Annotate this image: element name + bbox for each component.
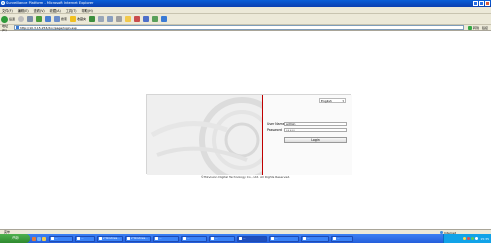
system-tray: 15:35 [443, 234, 491, 243]
back-arrow-icon [1, 15, 8, 23]
address-input[interactable]: http://10.3.15.253/doc/page/login.asp [14, 25, 464, 30]
login-button[interactable]: Login [284, 137, 347, 143]
password-label: Password [267, 128, 282, 132]
back-button[interactable]: 后退 [1, 15, 16, 23]
ie-icon [1, 1, 5, 5]
menu-file[interactable]: 文件(F) [2, 8, 13, 13]
window-titlebar: Surveillance Platform - Microsoft Intern… [0, 0, 491, 7]
login-panel: English ▾ User Name admin Password •••••… [146, 94, 352, 175]
print-icon[interactable] [116, 16, 123, 22]
menu-help[interactable]: 帮助(H) [82, 8, 93, 13]
quick-launch [32, 236, 46, 241]
task-button[interactable]: ... [75, 235, 95, 242]
address-label: 地址(D) [2, 23, 9, 32]
task-button[interactable]: ... [301, 235, 329, 242]
tray-icon[interactable] [467, 237, 471, 240]
go-button[interactable]: 转到 [468, 25, 480, 30]
search-button[interactable]: 搜索 [54, 16, 67, 22]
tray-icon[interactable] [471, 237, 475, 240]
decorative-graphic [147, 95, 263, 175]
start-button[interactable]: 开始 [0, 234, 30, 243]
go-arrow-icon [468, 25, 472, 30]
task-button[interactable]: ... [209, 235, 235, 242]
username-field[interactable]: admin [284, 122, 347, 126]
username-label: User Name [267, 122, 285, 126]
app-icon-blue[interactable] [143, 16, 150, 22]
menu-view[interactable]: 查看(V) [34, 8, 45, 13]
menu-favorites[interactable]: 收藏(A) [50, 8, 61, 13]
star-icon [70, 16, 77, 22]
task-list: ... ... 2 Windows... 2 Windows... ... ..… [49, 235, 353, 242]
links-label[interactable]: 链接 [482, 26, 488, 30]
chevron-down-icon: ▾ [342, 98, 344, 103]
address-bar: 地址(D) http://10.3.15.253/doc/page/login.… [0, 23, 491, 32]
go-label: 转到 [473, 25, 480, 30]
swirl-graphic [150, 97, 263, 175]
window-title: Surveillance Platform - Microsoft Intern… [6, 1, 94, 5]
app-icon-green[interactable] [152, 16, 159, 22]
messenger-icon[interactable] [161, 16, 168, 22]
language-value: English [321, 98, 332, 103]
media-icon[interactable] [89, 16, 96, 22]
menu-edit[interactable]: 编辑(E) [18, 8, 29, 13]
tray-icon[interactable] [463, 237, 467, 240]
refresh-icon[interactable] [36, 16, 43, 22]
task-button[interactable]: ... [269, 235, 299, 242]
copyright-text: ©Hikvision Digital Technology Co., Ltd. … [200, 175, 291, 179]
task-button[interactable]: ... [331, 235, 353, 242]
search-label: 搜索 [61, 17, 68, 21]
toolbar: 后退 搜索 收藏夹 [0, 13, 491, 24]
app-icon-red[interactable] [134, 16, 141, 22]
page-icon [16, 26, 19, 29]
history-icon[interactable] [98, 16, 105, 22]
address-url: http://10.3.15.253/doc/page/login.asp [20, 25, 77, 30]
taskbar: 开始 ... ... 2 Windows... 2 Windows... ...… [0, 234, 491, 243]
password-field[interactable]: ••••• [284, 128, 347, 132]
quicklaunch-icon-3[interactable] [42, 236, 46, 241]
minimize-button[interactable] [473, 1, 478, 6]
clock[interactable]: 15:35 [480, 237, 489, 241]
task-button[interactable]: ... [49, 235, 73, 242]
stop-icon[interactable] [27, 16, 34, 22]
menu-tools[interactable]: 工具(T) [66, 8, 77, 13]
task-button[interactable]: ... [181, 235, 207, 242]
language-select[interactable]: English ▾ [319, 98, 346, 103]
forward-button[interactable] [18, 16, 25, 22]
task-button[interactable]: ... [153, 235, 179, 242]
close-button[interactable] [485, 1, 490, 6]
quicklaunch-icon-1[interactable] [32, 236, 36, 241]
back-label: 后退 [9, 17, 16, 21]
quicklaunch-icon-2[interactable] [37, 236, 41, 241]
search-icon [54, 16, 61, 22]
tray-icon[interactable] [475, 237, 479, 240]
task-button-active[interactable]: ... [237, 235, 267, 242]
task-button[interactable]: 2 Windows... [125, 235, 151, 242]
login-form: English ▾ User Name admin Password •••••… [263, 95, 352, 175]
favorites-button[interactable]: 收藏夹 [70, 16, 86, 22]
task-button[interactable]: 2 Windows... [97, 235, 123, 242]
maximize-button[interactable] [479, 1, 484, 6]
home-icon[interactable] [45, 16, 52, 22]
folder-icon[interactable] [125, 16, 132, 22]
mail-icon[interactable] [107, 16, 114, 22]
favorites-label: 收藏夹 [77, 17, 87, 21]
